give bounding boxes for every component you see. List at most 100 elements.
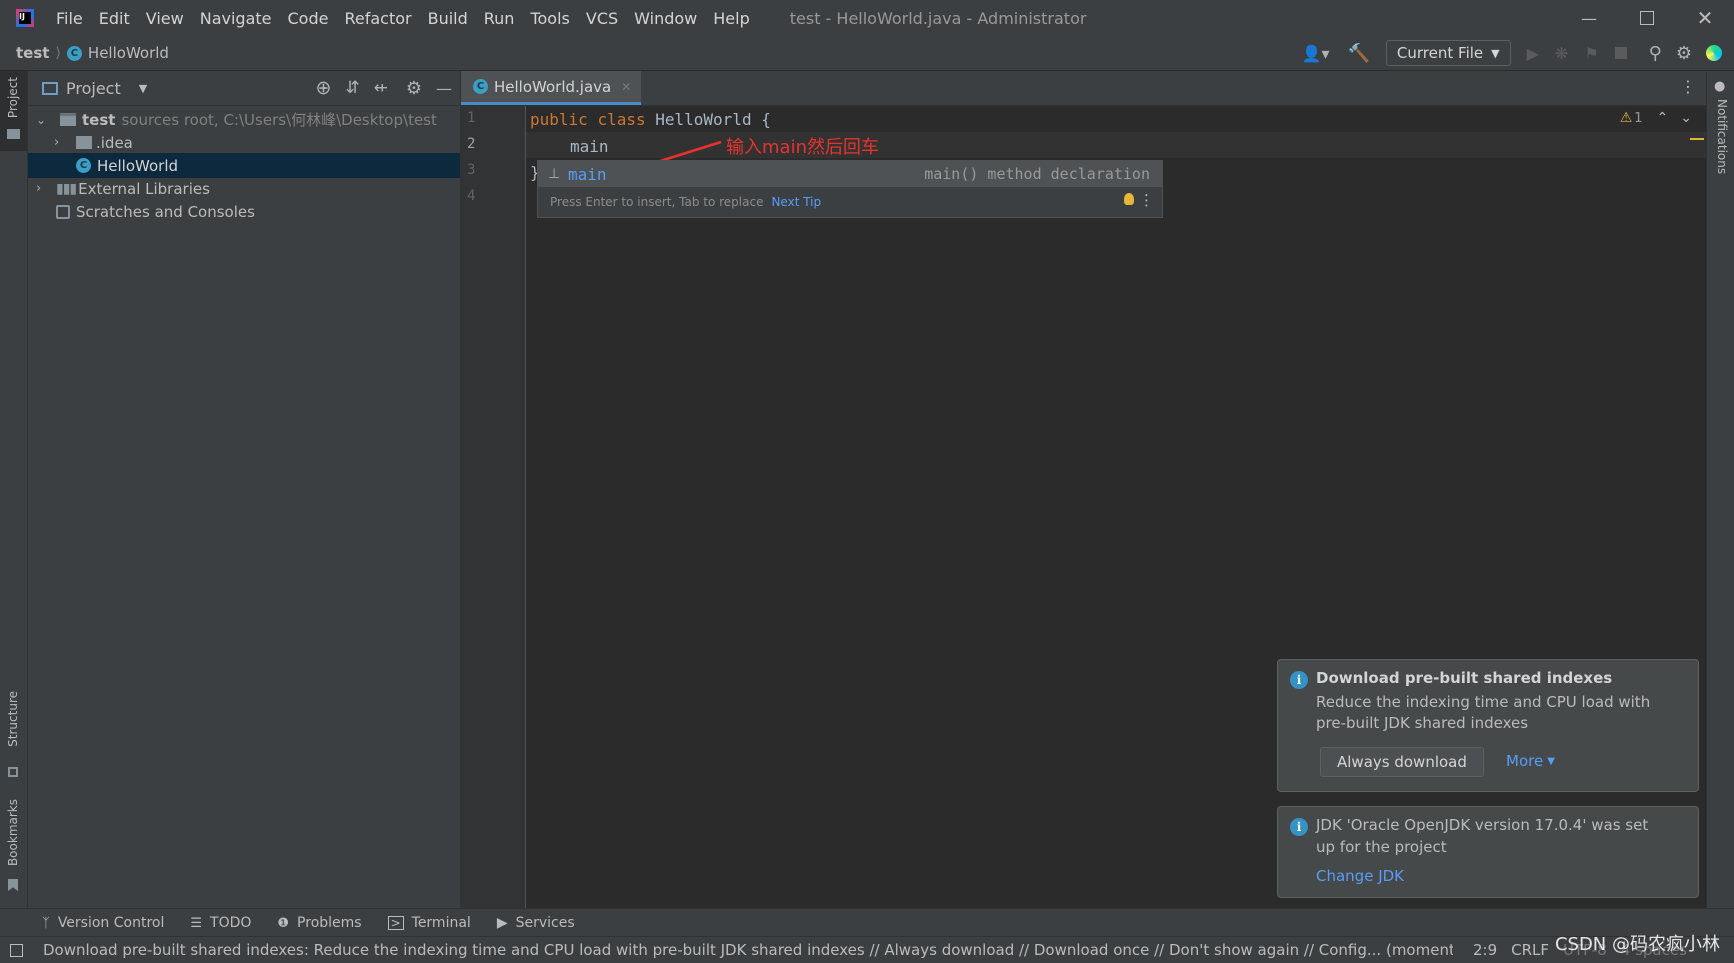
menu-build[interactable]: Build (428, 9, 468, 28)
services-icon: ▶ (496, 915, 508, 931)
tree-root-name: test (82, 110, 116, 129)
run-config-dropdown[interactable]: Current File ▼ (1385, 40, 1511, 66)
todo-tool-button[interactable]: ☰ TODO (190, 915, 251, 931)
scratches-icon (56, 204, 70, 219)
java-class-icon: C (66, 45, 82, 61)
toggle-tool-windows-icon[interactable] (10, 943, 23, 957)
jetbrains-logo-icon[interactable] (1706, 45, 1722, 61)
library-icon: ▮▮▮ (56, 180, 77, 197)
completion-footer: Press Enter to insert, Tab to replace Ne… (538, 187, 1162, 217)
project-panel-actions: ⊕ ⇵ ⇷ ⚙ — (315, 71, 452, 105)
search-icon[interactable]: ⚲ (1649, 43, 1662, 64)
settings-gear-icon[interactable]: ⚙ (1676, 43, 1692, 64)
completion-item-label: main (568, 164, 607, 184)
keyword-class: class (597, 110, 646, 129)
project-panel-title[interactable]: Project (66, 79, 121, 98)
locate-file-icon[interactable]: ⊕ (315, 77, 331, 99)
open-brace: { (761, 110, 771, 129)
chevron-down-icon: ▼ (1491, 46, 1500, 60)
more-options-icon[interactable]: ⋮ (1139, 191, 1154, 209)
services-tool-button[interactable]: ▶ Services (497, 915, 575, 931)
editor-gutter: 1 2 3 4 (461, 106, 526, 908)
list-icon: ☰ (190, 915, 203, 931)
status-message[interactable]: Download pre-built shared indexes: Reduc… (43, 941, 1453, 959)
tree-item-root[interactable]: ⌄ test sources root, C:\Users\何林峰\Deskto… (28, 107, 460, 132)
next-tip-link[interactable]: Next Tip (771, 195, 821, 209)
tree-idea-label: .idea (96, 133, 133, 152)
terminal-tool-button[interactable]: > Terminal (387, 915, 471, 931)
tree-helloworld-label: HelloWorld (97, 156, 179, 175)
menu-vcs[interactable]: VCS (586, 9, 618, 28)
menu-run[interactable]: Run (484, 9, 515, 28)
close-tab-icon[interactable]: ✕ (621, 80, 631, 94)
live-template-icon: ⊥ (548, 166, 561, 182)
more-actions-link[interactable]: More ▼ (1506, 752, 1555, 770)
bookmarks-tool-button[interactable]: Bookmarks (0, 799, 27, 894)
java-class-icon: C (76, 158, 91, 173)
chevron-right-icon[interactable]: › (54, 135, 68, 150)
menu-edit[interactable]: Edit (99, 9, 130, 28)
menu-view[interactable]: View (146, 9, 184, 28)
lightbulb-icon[interactable] (1124, 193, 1134, 205)
menu-help[interactable]: Help (713, 9, 749, 28)
chevron-down-icon[interactable]: ⌄ (36, 113, 50, 127)
minimize-icon[interactable]: — (1560, 9, 1618, 28)
expand-all-icon[interactable]: ⇵ (345, 78, 359, 98)
caret-position[interactable]: 2:9 (1473, 941, 1497, 959)
annotation-text: 输入main然后回车 (726, 137, 879, 158)
version-control-tool-button[interactable]: ᛉ Version Control (42, 915, 164, 931)
problems-icon: ❶ (277, 915, 290, 931)
line-number: 4 (467, 188, 476, 204)
window-controls: — ✕ (1560, 0, 1734, 36)
stop-icon[interactable] (1614, 47, 1627, 59)
problems-label: Problems (297, 915, 362, 931)
completion-hint: Press Enter to insert, Tab to replace (550, 195, 764, 209)
menu-refactor[interactable]: Refactor (344, 9, 411, 28)
close-icon[interactable]: ✕ (1676, 6, 1734, 30)
project-tool-button[interactable]: Project (0, 71, 27, 151)
tree-item-helloworld[interactable]: C HelloWorld (28, 153, 460, 178)
project-view-icon (42, 81, 58, 95)
collapse-all-icon[interactable]: ⇷ (374, 78, 388, 98)
next-highlight-icon[interactable]: ⌄ (1680, 110, 1692, 126)
project-panel-header: Project ▼ ⊕ ⇵ ⇷ ⚙ — (28, 71, 460, 106)
run-icon[interactable]: ▶ (1527, 44, 1539, 63)
menu-file[interactable]: File (56, 9, 83, 28)
warning-marker[interactable] (1690, 138, 1704, 140)
terminal-icon: > (387, 916, 404, 930)
tree-item-scratches[interactable]: Scratches and Consoles (28, 199, 460, 224)
more-options-icon[interactable]: ⋮ (1680, 77, 1696, 96)
completion-item-main[interactable]: ⊥ main main() method declaration (538, 161, 1162, 187)
maximize-icon[interactable] (1618, 11, 1676, 25)
user-icon[interactable]: 👤▾ (1302, 44, 1330, 63)
problems-tool-button[interactable]: ❶ Problems (277, 915, 361, 931)
tree-item-external-libraries[interactable]: › ▮▮▮ External Libraries (28, 176, 460, 201)
folder-icon (76, 136, 92, 149)
always-download-button[interactable]: Always download (1320, 747, 1484, 777)
breadcrumb-file[interactable]: HelloWorld (88, 44, 169, 62)
change-jdk-link[interactable]: Change JDK (1316, 867, 1404, 885)
build-hammer-icon[interactable]: 🔨 (1348, 43, 1370, 64)
project-view-chevron-icon[interactable]: ▼ (139, 82, 147, 95)
menu-tools[interactable]: Tools (530, 9, 569, 28)
notifications-tool-button[interactable]: ● Notifications (1707, 75, 1734, 185)
hide-panel-icon[interactable]: — (436, 79, 452, 98)
previous-highlight-icon[interactable]: ⌃ (1657, 110, 1669, 126)
window-title: test - HelloWorld.java - Administrator (789, 8, 1087, 28)
menu-navigate[interactable]: Navigate (200, 9, 272, 28)
tree-item-idea[interactable]: › .idea (28, 130, 460, 155)
debug-icon[interactable]: ❋ (1555, 44, 1568, 63)
inspection-widget[interactable]: ⚠ 1 ⌃ ⌄ (1620, 110, 1692, 126)
menu-code[interactable]: Code (288, 9, 329, 28)
panel-settings-icon[interactable]: ⚙ (406, 78, 422, 99)
editor-tab-label: HelloWorld.java (494, 77, 612, 96)
editor-tab-bar: C HelloWorld.java ✕ ⋮ (461, 71, 1706, 106)
coverage-icon[interactable]: ⚑ (1584, 44, 1598, 63)
structure-tool-button[interactable]: Structure (0, 691, 27, 781)
line-separator[interactable]: CRLF (1511, 941, 1549, 959)
breadcrumb-root[interactable]: test (16, 44, 49, 62)
chevron-right-icon[interactable]: › (36, 181, 50, 196)
editor-tab-helloworld[interactable]: C HelloWorld.java ✕ (461, 71, 641, 105)
todo-label: TODO (210, 915, 252, 931)
menu-window[interactable]: Window (634, 9, 697, 28)
